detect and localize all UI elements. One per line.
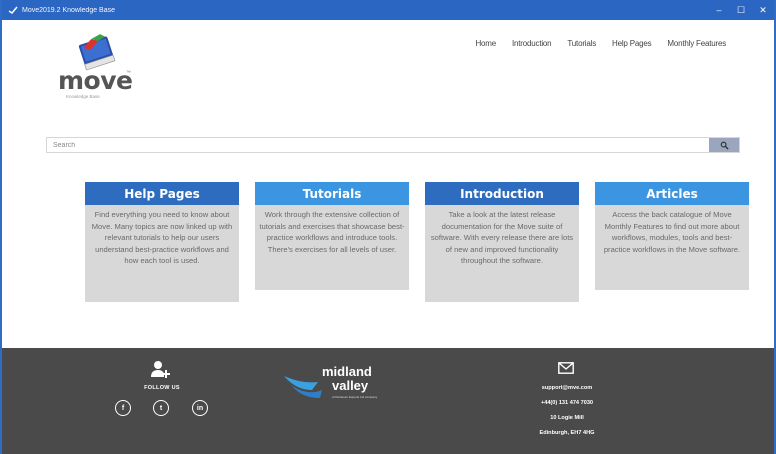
contact-address-line1: 10 Logie Mill [550, 415, 584, 421]
close-button[interactable]: ✕ [752, 0, 774, 20]
midland-valley-logo[interactable]: midland valley a Petroleum Experts Ltd c… [282, 362, 402, 408]
nav-introduction[interactable]: Introduction [512, 39, 552, 48]
card-text: Find everything you need to know about M… [91, 210, 233, 266]
svg-text:a Petroleum Experts Ltd compan: a Petroleum Experts Ltd company [332, 395, 378, 399]
page-content: move ™ Knowledge Base Home Introduction … [2, 20, 774, 348]
linkedin-icon[interactable]: in [192, 400, 208, 416]
follow-us-label: FOLLOW US [144, 385, 180, 391]
card-title: Tutorials [255, 182, 409, 205]
nav-tutorials[interactable]: Tutorials [567, 39, 596, 48]
contact-address-line2: Edinburgh, EH7 4HG [539, 430, 595, 436]
minimize-button[interactable]: – [708, 0, 730, 20]
title-bar[interactable]: Move2019.2 Knowledge Base – ☐ ✕ [2, 0, 774, 20]
facebook-icon[interactable]: f [115, 400, 131, 416]
card-introduction[interactable]: Introduction Take a look at the latest r… [425, 182, 579, 302]
svg-text:midland: midland [322, 364, 372, 379]
app-icon [8, 6, 18, 14]
main-nav: Home Introduction Tutorials Help Pages M… [459, 39, 726, 48]
card-title: Introduction [425, 182, 579, 205]
nav-monthly-features[interactable]: Monthly Features [667, 39, 726, 48]
twitter-icon[interactable]: t [153, 400, 169, 416]
search-input[interactable] [47, 138, 709, 152]
svg-text:valley: valley [332, 378, 369, 393]
nav-help-pages[interactable]: Help Pages [612, 39, 652, 48]
search-button[interactable] [709, 138, 739, 152]
window-controls: – ☐ ✕ [708, 0, 774, 20]
window-title: Move2019.2 Knowledge Base [22, 6, 116, 14]
logo-subtitle: Knowledge Base [66, 94, 100, 99]
logo-trademark: ™ [126, 70, 131, 76]
app-window: Move2019.2 Knowledge Base – ☐ ✕ move ™ K… [0, 0, 776, 454]
card-tutorials[interactable]: Tutorials Work through the extensive col… [255, 182, 409, 290]
mail-icon [558, 362, 574, 374]
footer: FOLLOW US f t in midland valley a Petrol… [2, 348, 774, 454]
nav-home[interactable]: Home [475, 39, 496, 48]
card-title: Help Pages [85, 182, 239, 205]
maximize-button[interactable]: ☐ [730, 0, 752, 20]
card-title: Articles [595, 182, 749, 205]
card-articles[interactable]: Articles Access the back catalogue of Mo… [595, 182, 749, 290]
contact-email[interactable]: support@mve.com [512, 385, 622, 391]
card-text: Access the back catalogue of Move Monthl… [603, 210, 741, 254]
card-text: Take a look at the latest release docume… [430, 210, 574, 266]
card-text: Work through the extensive collection of… [259, 210, 405, 254]
search-icon [720, 141, 729, 150]
add-user-icon [151, 361, 170, 378]
search-bar [46, 137, 740, 153]
contact-phone: +44(0) 131 474 7030 [540, 400, 594, 406]
logo-wordmark: move [58, 66, 133, 95]
card-help-pages[interactable]: Help Pages Find everything you need to k… [85, 182, 239, 302]
